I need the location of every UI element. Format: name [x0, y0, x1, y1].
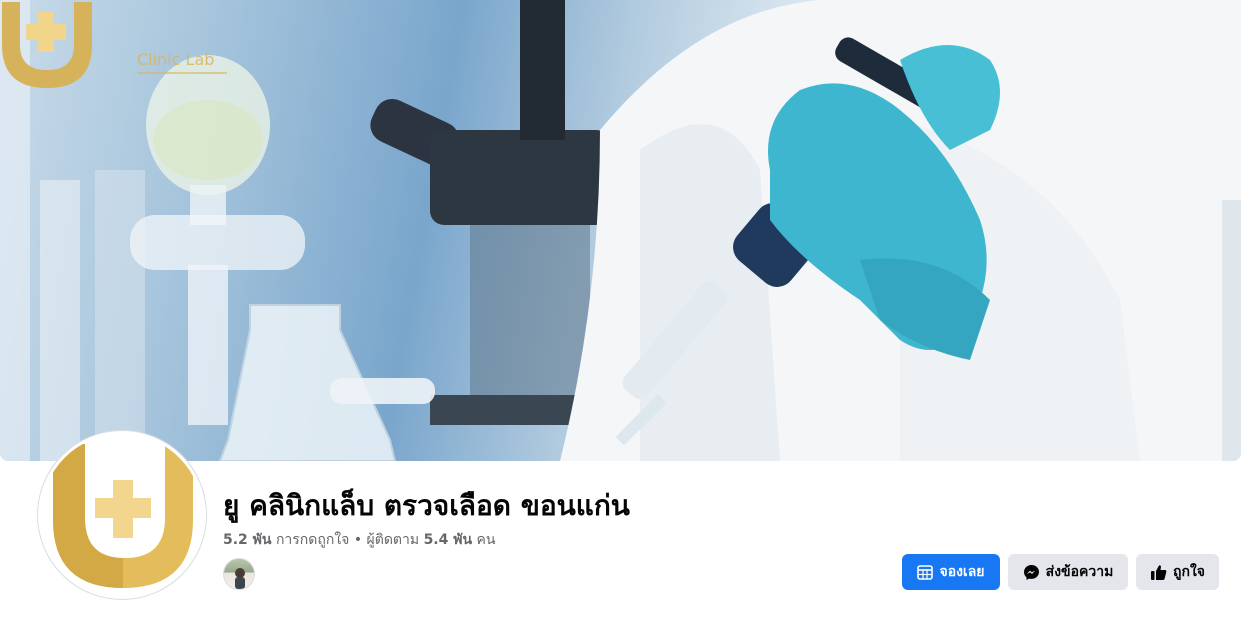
stats-separator: •	[353, 532, 363, 548]
clinic-logo-icon	[2, 2, 92, 88]
cover-photo[interactable]: Clinic Lab	[0, 0, 1241, 461]
messenger-icon	[1023, 564, 1039, 580]
followers-label[interactable]: ผู้ติดตาม	[367, 532, 420, 548]
like-label: ถูกใจ	[1173, 564, 1205, 580]
cover-logo-underline	[137, 72, 227, 74]
clinic-logo-icon	[53, 444, 193, 588]
followers-unit: คน	[476, 532, 496, 548]
lab-scene-illustration	[0, 0, 1241, 461]
follower-avatar-image	[235, 568, 245, 589]
send-message-button[interactable]: ส่งข้อความ	[1008, 554, 1128, 590]
like-button[interactable]: ถูกใจ	[1136, 554, 1219, 590]
page-title: ยู คลินิกแล็บ ตรวจเลือด ขอนแก่น	[223, 489, 630, 522]
profile-picture-image	[41, 434, 203, 596]
send-message-label: ส่งข้อความ	[1045, 564, 1114, 580]
book-now-button[interactable]: จองเลย	[902, 554, 1000, 590]
cover-logo-text: Clinic Lab	[137, 50, 215, 69]
thumbs-up-icon	[1151, 564, 1167, 580]
likes-label[interactable]: การกดถูกใจ	[276, 532, 349, 548]
book-now-label: จองเลย	[939, 564, 985, 580]
followers-count[interactable]: 5.4 พัน	[424, 532, 472, 548]
profile-picture[interactable]	[37, 430, 207, 600]
calendar-icon	[917, 565, 934, 580]
likes-count[interactable]: 5.2 พัน	[223, 532, 271, 548]
page-stats: 5.2 พัน การกดถูกใจ • ผู้ติดตาม 5.4 พัน ค…	[223, 529, 495, 551]
follower-avatar[interactable]	[223, 558, 255, 590]
